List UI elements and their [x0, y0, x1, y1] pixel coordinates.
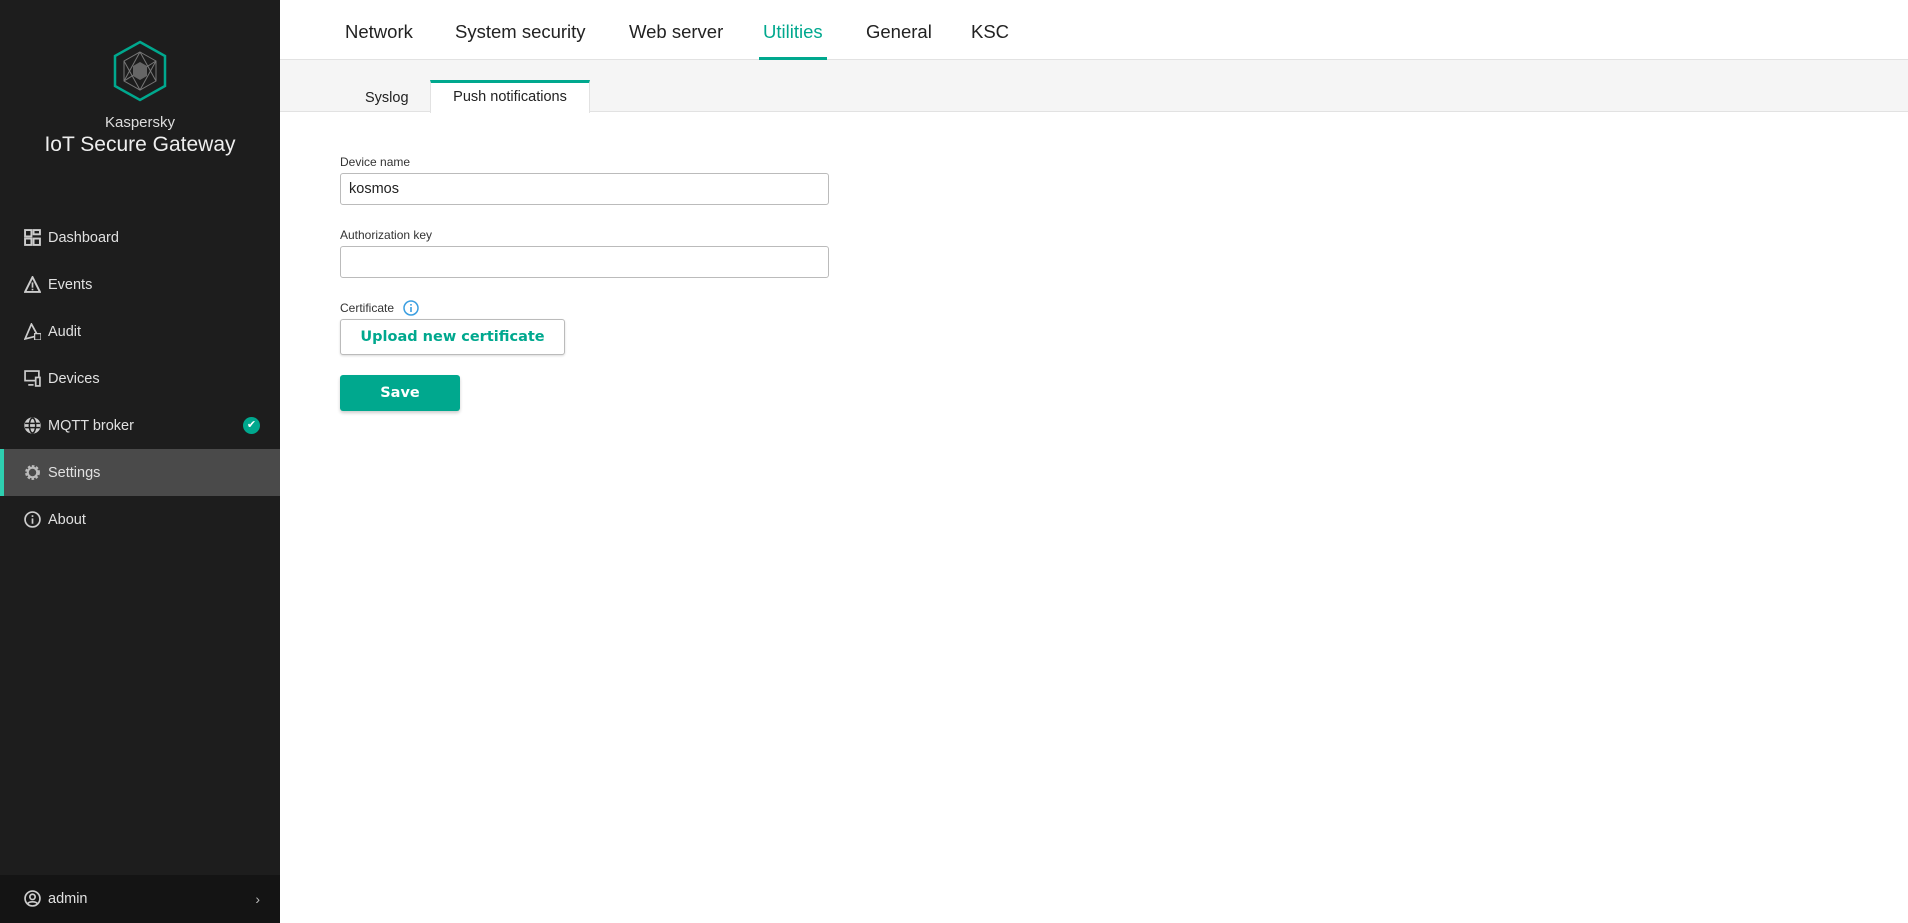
top-tabs: Network System security Web server Utili… — [280, 0, 1908, 60]
warning-icon — [24, 276, 41, 293]
sidebar-item-mqtt-broker[interactable]: MQTT broker ✔ — [0, 402, 280, 449]
auth-key-input[interactable] — [340, 246, 829, 278]
devices-icon — [24, 370, 41, 387]
sidebar-item-settings[interactable]: Settings — [0, 449, 280, 496]
tab-utilities[interactable]: Utilities — [759, 0, 827, 60]
auth-key-label: Authorization key — [340, 228, 433, 242]
sidebar-item-label: Events — [48, 276, 93, 293]
sidebar-item-label: Audit — [48, 323, 82, 340]
sidebar-item-devices[interactable]: Devices — [0, 355, 280, 402]
status-ok-icon: ✔ — [243, 417, 260, 434]
gear-icon — [25, 465, 40, 480]
sidebar-item-label: MQTT broker — [48, 417, 134, 434]
certificate-label: Certificate — [340, 301, 395, 315]
device-name-input[interactable] — [340, 173, 829, 205]
tab-web-server[interactable]: Web server — [629, 0, 723, 60]
tab-system-security[interactable]: System security — [455, 0, 586, 60]
upload-certificate-button[interactable]: Upload new certificate — [340, 319, 565, 355]
tab-network[interactable]: Network — [345, 0, 413, 60]
info-icon — [24, 511, 41, 528]
tab-ksc[interactable]: KSC — [971, 0, 1009, 60]
sidebar-item-label: Dashboard — [48, 229, 119, 246]
subtab-syslog[interactable]: Syslog — [365, 90, 409, 106]
globe-icon — [24, 417, 41, 434]
tab-general[interactable]: General — [866, 0, 932, 60]
sidebar-item-events[interactable]: Events — [0, 261, 280, 308]
kaspersky-logo — [113, 40, 167, 102]
device-name-label: Device name — [340, 155, 411, 169]
user-icon — [24, 890, 41, 907]
audit-icon — [24, 323, 41, 340]
sidebar-item-audit[interactable]: Audit — [0, 308, 280, 355]
sidebar-item-label: Devices — [48, 370, 100, 387]
sidebar: Kaspersky IoT Secure Gateway Dashboard E… — [0, 0, 280, 923]
sidebar-item-dashboard[interactable]: Dashboard — [0, 214, 280, 261]
sub-tabs: Syslog Push notifications — [280, 60, 1908, 113]
brand-product: IoT Secure Gateway — [44, 133, 236, 156]
sidebar-item-label: Settings — [48, 464, 101, 481]
chevron-right-icon: › — [255, 891, 260, 907]
save-button[interactable]: Save — [340, 375, 460, 411]
info-icon[interactable] — [403, 300, 419, 316]
sidebar-item-about[interactable]: About — [0, 496, 280, 543]
user-name: admin — [48, 891, 88, 907]
brand-vendor: Kaspersky — [104, 114, 176, 131]
user-menu[interactable]: admin › — [0, 875, 280, 923]
sidebar-item-label: About — [48, 511, 86, 528]
dashboard-icon — [24, 229, 41, 246]
subtab-push-notifications[interactable]: Push notifications — [430, 80, 590, 113]
